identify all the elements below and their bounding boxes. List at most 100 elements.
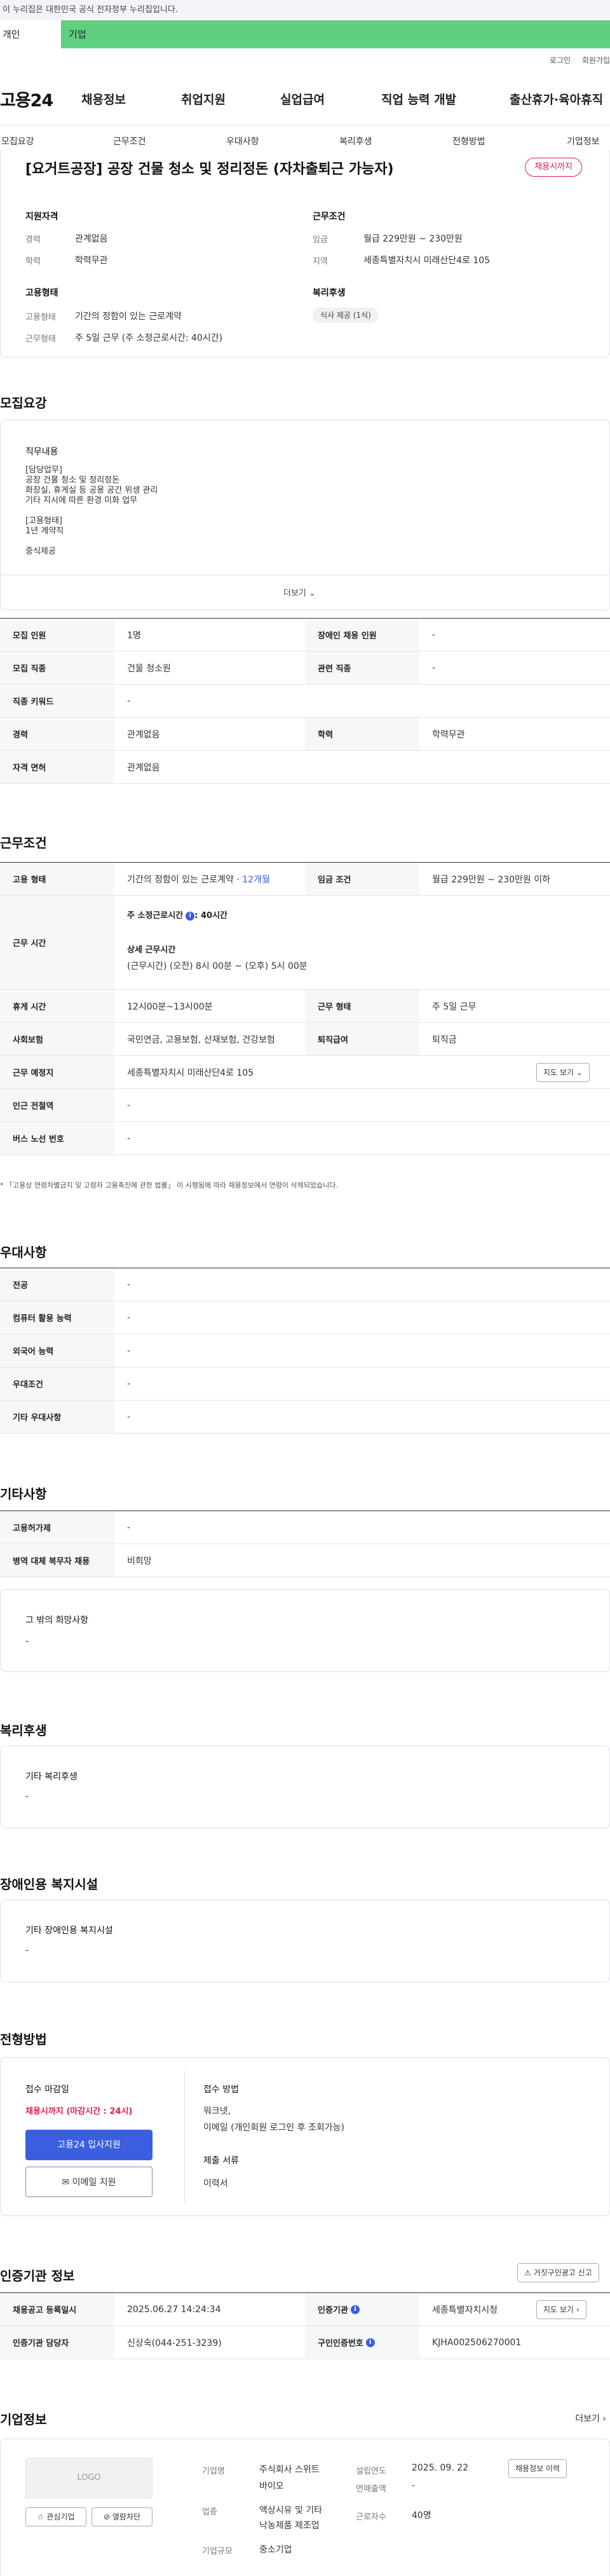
row-key: 우대조건 — [0, 1367, 114, 1400]
table-row: 컴퓨터 활용 능력 - — [0, 1301, 610, 1334]
row-value: - — [127, 1133, 131, 1144]
gnb-item-jobs[interactable]: 채용정보 — [81, 90, 126, 107]
snb-selection[interactable]: 전형방법 — [452, 135, 485, 147]
docs-label: 제출 서류 — [203, 2156, 239, 2166]
row-key: 모집 인원 — [0, 619, 114, 651]
chevron-down-icon: ⌄ — [576, 1068, 583, 1077]
industry-value-2: 낙농제품 제조업 — [259, 2521, 320, 2531]
gnb-item-leave[interactable]: 출산휴가·육아휴직 — [510, 90, 603, 107]
emptype-key: 고용형태 — [25, 313, 56, 322]
area-key: 지역 — [313, 257, 328, 266]
info-icon[interactable]: i — [365, 2338, 375, 2347]
gov-notice: 이 누리집은 대한민국 공식 전자정부 누리집입니다. — [0, 0, 610, 20]
table-row: 휴게 시간 12시00분~13시00분 근무 형태 주 5일 근무 — [0, 990, 610, 1023]
row-value: 국민연금, 고용보험, 산재보험, 건강보험 — [127, 1034, 275, 1045]
info-icon[interactable]: i — [350, 2305, 360, 2314]
wage-value: 월급 229만원 ~ 230만원 — [363, 234, 463, 244]
block-icon: ⊘ — [103, 2512, 111, 2521]
apply-button[interactable]: 고용24 입사지원 — [25, 2130, 152, 2160]
row-key: 고용허가제 — [0, 1511, 114, 1544]
more-button[interactable]: 더보기 ⌄ — [283, 586, 316, 598]
emp-label: 고용형태 — [25, 288, 58, 298]
gnb-item-unemployment-benefit[interactable]: 실업급여 — [280, 90, 325, 107]
welfare-etc-label: 기타 복리후생 — [25, 1772, 78, 1782]
row-value: - — [127, 1312, 131, 1323]
deadline-label: 접수 마감일 — [25, 2085, 69, 2095]
map-button[interactable]: 지도 보기 › — [536, 2300, 586, 2319]
snb-pref[interactable]: 우대사항 — [226, 135, 259, 147]
info-icon[interactable]: i — [186, 911, 195, 921]
table-row: 모집 인원 1명 장애인 채용 인원 - — [0, 619, 610, 652]
table-row: 우대조건 - — [0, 1367, 610, 1401]
row-key: 사회보험 — [0, 1023, 114, 1055]
deadline-value: 채용시까지 (마감시간 : 24시) — [25, 2107, 133, 2116]
tab-business[interactable]: 기업 — [61, 20, 610, 48]
disab-value: - — [25, 1945, 29, 1956]
email-apply-button[interactable]: ✉ 이메일 지원 — [25, 2167, 152, 2197]
company-logo: LOGO — [25, 2458, 152, 2498]
row-key: 자격 면허 — [0, 751, 114, 783]
snb-company[interactable]: 기업정보 — [567, 135, 600, 147]
disab-card — [0, 1900, 610, 1982]
est-value: 2025. 09. 22 — [412, 2463, 469, 2473]
select-heading: 전형방법 — [0, 2032, 47, 2047]
hiring-history-button[interactable]: 채용정보 이력 — [508, 2459, 567, 2478]
site-logo[interactable]: 고용24 — [0, 86, 53, 111]
report-button[interactable]: ⚠ 거짓구인광고 신고 — [517, 2263, 599, 2282]
company-more-link[interactable]: 더보기 › — [575, 2412, 606, 2425]
map-button[interactable]: 지도 보기 ⌄ — [536, 1063, 590, 1082]
map-button-label: 지도 보기 — [543, 1068, 574, 1077]
method-value-1: 워크넷, — [203, 2106, 231, 2116]
user-type-tabs: 개인 기업 — [0, 20, 610, 48]
welfare-heading: 복리후생 — [0, 1723, 47, 1738]
industry-value-1: 액상시유 및 기타 — [259, 2505, 323, 2516]
other-value: - — [25, 1636, 29, 1647]
row-key: 구인인증번호 i — [305, 2326, 419, 2359]
table-row: 병역 대체 복무자 채용 비희망 — [0, 1544, 610, 1577]
worktype-key: 근무형태 — [25, 334, 56, 344]
row-value: 관계없음 — [127, 729, 160, 740]
snb-welfare[interactable]: 복리후생 — [339, 135, 372, 147]
table-row: 고용 형태 기간의 정함이 있는 근로계약 · 12개월 임금 조건 월급 22… — [0, 863, 610, 896]
edu-value: 학력무관 — [75, 256, 108, 266]
row-value: 기간의 정함이 있는 근로계약 · 12개월 — [114, 863, 305, 895]
row-value: 비희망 — [127, 1556, 152, 1566]
pref-heading: 우대사항 — [0, 1245, 47, 1260]
fav-company-label: 관심기업 — [46, 2512, 75, 2521]
row-key: 인근 전철역 — [0, 1089, 114, 1121]
gnb-item-employment-support[interactable]: 취업지원 — [181, 90, 226, 107]
global-nav: 고용24 채용정보 취업지원 실업급여 직업 능력 개발 출산휴가·육아휴직 — [0, 83, 610, 114]
weekly-hours-label: 주 소정근로시간 — [127, 911, 184, 921]
snb-recruit[interactable]: 모집요강 — [1, 135, 34, 147]
table-row: 근무 예정지 세종특별자치시 미래산단4로 105 지도 보기 ⌄ — [0, 1056, 610, 1089]
report-button-label: 거짓구인광고 신고 — [533, 2268, 592, 2277]
row-value: 관계없음 — [127, 762, 160, 773]
wage-key: 임금 — [313, 235, 328, 245]
gnb-item-skills[interactable]: 직업 능력 개발 — [381, 90, 456, 107]
detail-hours-label: 상세 근무시간 — [127, 945, 176, 955]
snb-work[interactable]: 근무조건 — [113, 135, 146, 147]
method-value-2: 이메일 (개인회원 로그인 후 조회가능) — [203, 2123, 344, 2133]
fav-company-button[interactable]: ☆ 관심기업 — [25, 2507, 86, 2526]
emp-months: 12개월 — [242, 874, 270, 885]
sales-key: 연매출액 — [356, 2484, 386, 2494]
deadline-badge: 채용시까지 — [525, 158, 582, 177]
size-value: 중소기업 — [259, 2545, 292, 2555]
row-value: - — [127, 695, 131, 706]
login-link[interactable]: 로그인 — [550, 56, 571, 65]
tab-personal[interactable]: 개인 — [0, 20, 61, 48]
row-key: 직종 키워드 — [0, 685, 114, 717]
row-value: 월급 229만원 ~ 230만원 이하 — [432, 874, 551, 885]
est-key: 설립연도 — [356, 2467, 386, 2476]
block-label: 열람차단 — [112, 2512, 141, 2521]
table-row: 인근 전철역 - — [0, 1089, 610, 1122]
email-apply-label: 이메일 지원 — [72, 2177, 116, 2188]
etc-heading: 기타사항 — [0, 1486, 47, 1502]
weekly-hours-value: : 40시간 — [194, 911, 227, 921]
row-key: 인증기관 담당자 — [0, 2326, 114, 2359]
chevron-down-icon: ⌄ — [309, 589, 316, 598]
worktype-value: 주 5일 근무 (주 소정근로시간: 40시간) — [75, 333, 223, 343]
join-link[interactable]: 회원가입 — [582, 56, 610, 65]
row-value: 1명 — [127, 630, 141, 641]
block-button[interactable]: ⊘ 열람차단 — [92, 2507, 152, 2526]
